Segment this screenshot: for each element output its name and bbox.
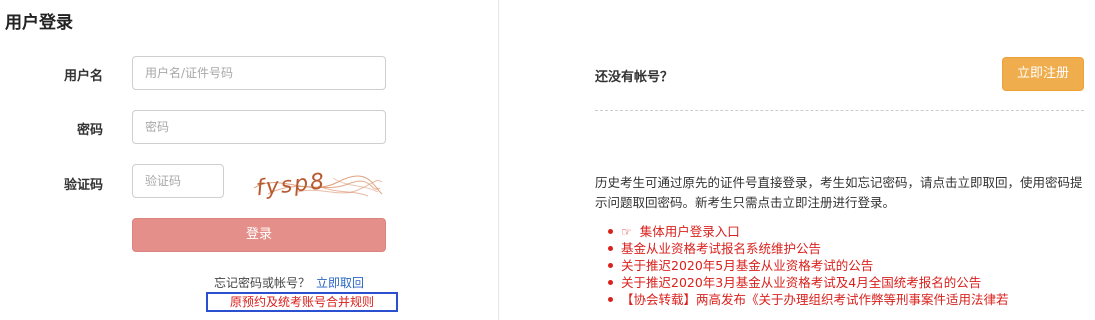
forgot-row: 忘记密码或帐号？ 立即取回 [214,274,364,291]
notice-link[interactable]: 关于推迟2020年3月基金从业资格考试及4月全国统考报名的公告 [621,275,981,290]
pointing-hand-icon: ☞ [621,225,632,239]
list-item: 【协会转载】两高发布《关于办理组织考试作弊等刑事案件适用法律若 [605,291,1085,308]
login-panel: 用户登录 用户名 密码 验证码 fysp8 登录 忘记密码或帐号？ 立即取回 原预… [0,0,498,320]
page-title: 用户登录 [5,13,73,33]
list-item: 基金从业资格考试报名系统维护公告 [605,240,1085,257]
retrieve-link[interactable]: 立即取回 [316,276,364,290]
username-label: 用户名 [63,69,103,84]
notice-link[interactable]: 关于推迟2020年5月基金从业资格考试的公告 [621,258,873,273]
captcha-text: fysp8 [255,169,327,201]
register-description: 历史考生可通过原先的证件号直接登录，考生如忘记密码，请点击立即取回，使用密码提示… [595,175,1083,210]
merge-rules-link[interactable]: 原预约及统考账号合并规则 [206,292,398,312]
list-item: ☞ 集体用户登录入口 [605,223,1085,240]
password-label: 密码 [76,123,103,138]
captcha-label: 验证码 [63,178,103,193]
list-item: 关于推迟2020年5月基金从业资格考试的公告 [605,257,1085,274]
captcha-input[interactable] [132,164,224,198]
notice-link[interactable]: 【协会转载】两高发布《关于办理组织考试作弊等刑事案件适用法律若 [621,292,1009,307]
list-item: 关于推迟2020年3月基金从业资格考试及4月全国统考报名的公告 [605,274,1085,291]
register-button[interactable]: 立即注册 [1002,57,1084,91]
username-input[interactable] [132,56,386,90]
login-button[interactable]: 登录 [132,218,386,252]
dashed-divider [595,110,1084,111]
forgot-text: 忘记密码或帐号？ [214,276,311,290]
no-account-text: 还没有帐号？ [595,70,674,85]
notice-list: ☞ 集体用户登录入口 基金从业资格考试报名系统维护公告 关于推迟2020年5月基金… [605,223,1085,308]
password-input[interactable] [132,110,386,144]
captcha-image[interactable]: fysp8 [248,164,384,202]
group-login-link[interactable]: 集体用户登录入口 [640,224,740,239]
notice-link[interactable]: 基金从业资格考试报名系统维护公告 [621,241,821,256]
register-panel: 还没有帐号？ 立即注册 历史考生可通过原先的证件号直接登录，考生如忘记密码，请点… [499,0,1095,320]
